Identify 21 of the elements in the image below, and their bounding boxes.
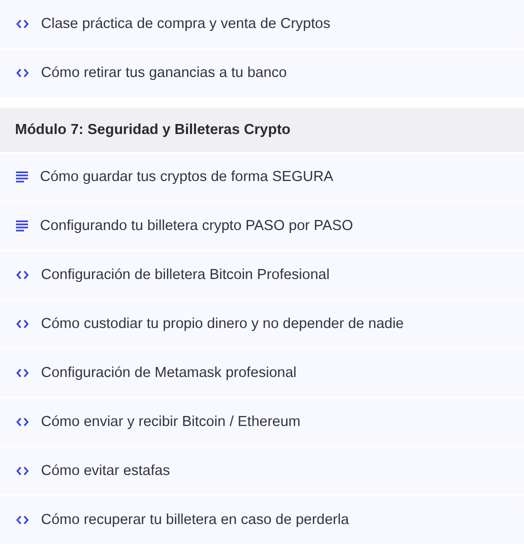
code-icon bbox=[16, 318, 29, 330]
lesson-item[interactable]: Configurando tu billetera crypto PASO por PASO bbox=[0, 202, 524, 250]
lesson-item[interactable]: Configuración de billetera Bitcoin Profesional bbox=[0, 251, 524, 299]
lesson-item[interactable]: Cómo retirar tus ganancias a tu banco bbox=[0, 49, 524, 97]
lesson-item[interactable]: Cómo evitar estafas bbox=[0, 447, 524, 495]
lesson-item[interactable]: Configuración de Metamask profesional bbox=[0, 349, 524, 397]
module-header: Módulo 7: Seguridad y Billeteras Crypto bbox=[0, 108, 524, 152]
code-icon bbox=[16, 514, 29, 526]
code-icon bbox=[16, 269, 29, 281]
text-lines-icon bbox=[16, 220, 28, 232]
code-icon bbox=[16, 367, 29, 379]
lesson-item[interactable]: Cómo enviar y recibir Bitcoin / Ethereum bbox=[0, 398, 524, 446]
code-icon bbox=[16, 18, 29, 30]
lesson-item[interactable]: Clase práctica de compra y venta de Cryptos bbox=[0, 0, 524, 48]
lesson-item[interactable]: Cómo guardar tus cryptos de forma SEGURA bbox=[0, 153, 524, 201]
lesson-item[interactable]: Cómo custodiar tu propio dinero y no depender de nadie bbox=[0, 300, 524, 348]
code-icon bbox=[16, 416, 29, 428]
code-icon bbox=[16, 465, 29, 477]
code-icon bbox=[16, 67, 29, 79]
lesson-item[interactable]: Cómo recuperar tu billetera en caso de perderla bbox=[0, 496, 524, 544]
text-lines-icon bbox=[16, 171, 28, 183]
